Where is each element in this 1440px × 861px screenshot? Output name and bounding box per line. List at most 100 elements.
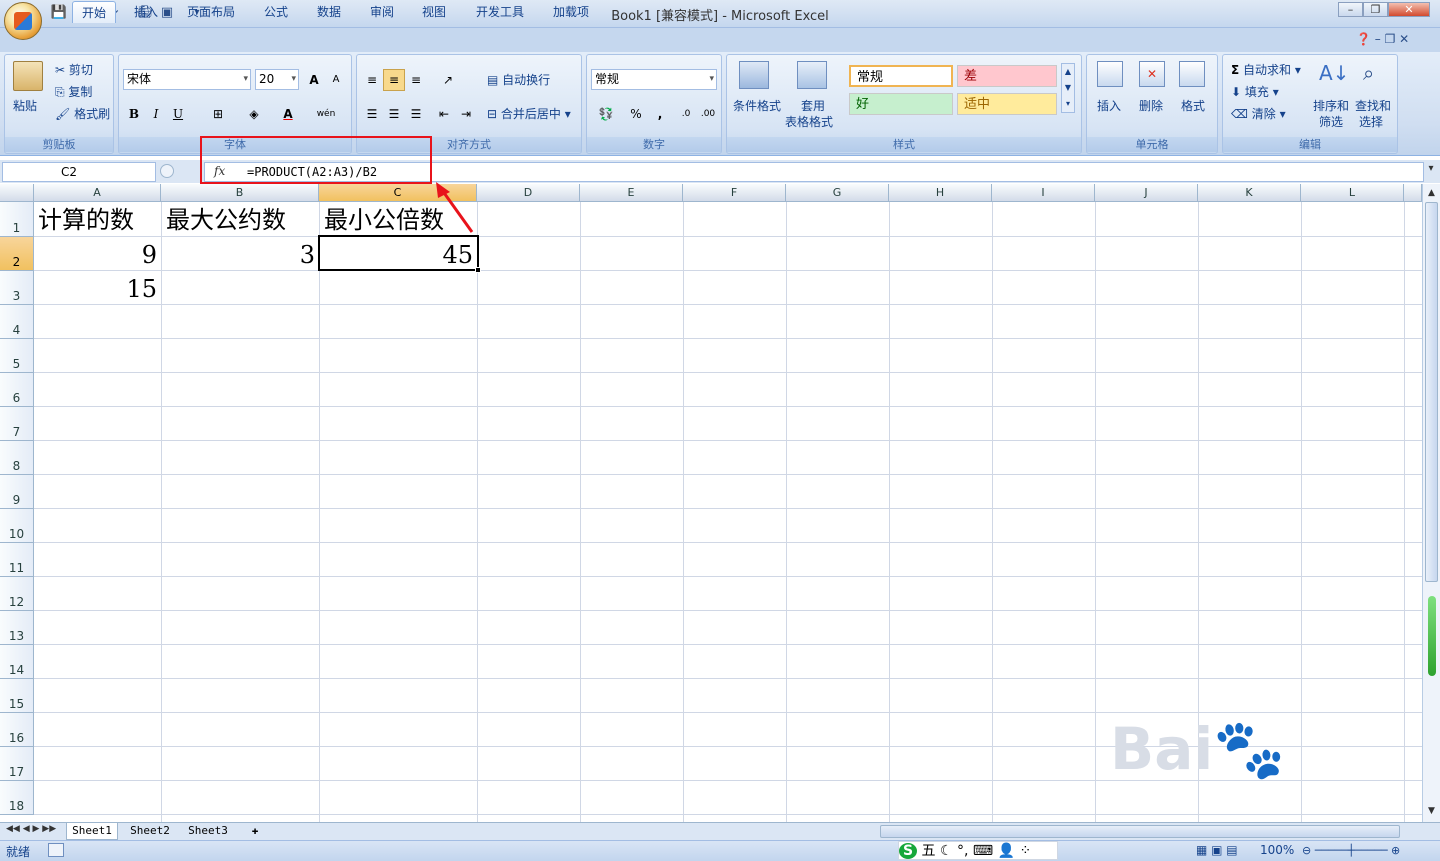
row-header-13[interactable]: 13	[0, 611, 34, 645]
view-buttons-icon[interactable]: ▦ ▣ ▤	[1196, 843, 1238, 857]
tab-review[interactable]: 审阅	[364, 1, 400, 23]
paste-button[interactable]: 粘贴	[13, 97, 37, 114]
row-header-14[interactable]: 14	[0, 645, 34, 679]
tab-home[interactable]: 开始	[72, 1, 116, 23]
table-format-line2[interactable]: 表格格式	[785, 113, 833, 130]
col-header-b[interactable]: B	[161, 184, 319, 202]
increase-indent-icon[interactable]: ⇥	[455, 103, 477, 125]
minimize-button[interactable]: –	[1338, 2, 1363, 17]
sheet-tab-2[interactable]: Sheet2	[124, 823, 176, 840]
fill-button[interactable]: ⬇ 填充 ▾	[1231, 83, 1279, 100]
row-header-3[interactable]: 3	[0, 271, 34, 305]
currency-icon[interactable]: 💱	[591, 103, 621, 125]
row-header-8[interactable]: 8	[0, 441, 34, 475]
scroll-down-icon[interactable]: ▼	[1425, 806, 1438, 818]
row-header-1[interactable]: 1	[0, 202, 34, 237]
tab-data[interactable]: 数据	[310, 1, 348, 23]
row-header-9[interactable]: 9	[0, 475, 34, 509]
styles-scroll-icon[interactable]: ▲ ▼ ▾	[1061, 63, 1075, 113]
name-box[interactable]: C2	[2, 162, 156, 182]
namebox-splitter-icon[interactable]	[160, 164, 174, 178]
expand-formula-icon[interactable]: ▾	[1424, 163, 1438, 181]
insert-cells-button[interactable]: 插入	[1097, 97, 1121, 114]
merge-center-button[interactable]: ⊟ 合并后居中 ▾	[487, 105, 571, 122]
sheet-nav-icon[interactable]: ◀◀ ◀ ▶ ▶▶	[6, 824, 56, 834]
sheet-tab-3[interactable]: Sheet3	[182, 823, 234, 840]
format-cells-icon[interactable]	[1179, 61, 1205, 87]
delete-cells-icon[interactable]: ✕	[1139, 61, 1165, 87]
cell-b2[interactable]: 3	[161, 239, 315, 271]
format-painter-button[interactable]: 🖌 格式刷	[55, 105, 110, 122]
row-header-5[interactable]: 5	[0, 339, 34, 373]
row-header-2[interactable]: 2	[0, 237, 34, 271]
comma-button[interactable]: ,	[649, 103, 671, 125]
col-header-e[interactable]: E	[580, 184, 683, 202]
row-header-15[interactable]: 15	[0, 679, 34, 713]
ime-toolbar[interactable]: S 五 ☾ °, ⌨ 👤 ⁘	[898, 841, 1058, 860]
insert-sheet-icon[interactable]: ✚	[244, 823, 266, 840]
clear-button[interactable]: ⌫ 清除 ▾	[1231, 105, 1286, 122]
conditional-format-button[interactable]: 条件格式	[733, 97, 781, 114]
percent-button[interactable]: %	[625, 103, 647, 125]
col-header-k[interactable]: K	[1198, 184, 1301, 202]
style-normal[interactable]: 常规	[849, 65, 953, 87]
fill-color-icon[interactable]: ◈	[243, 103, 265, 125]
tab-formulas[interactable]: 公式	[258, 1, 294, 23]
col-header-f[interactable]: F	[683, 184, 786, 202]
table-format-line1[interactable]: 套用	[801, 97, 825, 114]
scroll-thumb[interactable]	[1425, 202, 1438, 582]
tab-view[interactable]: 视图	[416, 1, 452, 23]
grow-font-button[interactable]: A	[303, 69, 325, 91]
sheet-tab-1[interactable]: Sheet1	[66, 823, 118, 840]
scroll-up-icon[interactable]: ▲	[1425, 188, 1438, 200]
font-size-select[interactable]: 20	[255, 69, 299, 90]
align-top-icon[interactable]: ≡	[361, 69, 383, 91]
wrap-text-button[interactable]: ▤ 自动换行	[487, 71, 550, 88]
style-neutral[interactable]: 适中	[957, 93, 1057, 115]
col-header-d[interactable]: D	[477, 184, 580, 202]
zoom-level[interactable]: 100%	[1260, 843, 1294, 857]
tab-addins[interactable]: 加载项	[546, 1, 596, 23]
autosum-button[interactable]: Σ 自动求和 ▾	[1231, 61, 1301, 78]
row-header-4[interactable]: 4	[0, 305, 34, 339]
align-right-icon[interactable]: ☰	[405, 103, 427, 125]
tab-developer[interactable]: 开发工具	[468, 1, 532, 23]
find-select-line1[interactable]: 查找和	[1355, 97, 1391, 114]
col-header-g[interactable]: G	[786, 184, 889, 202]
restore-button[interactable]: ❐	[1363, 2, 1388, 17]
row-header-17[interactable]: 17	[0, 747, 34, 781]
vertical-scrollbar[interactable]: ▲ ▼	[1422, 184, 1440, 822]
insert-cells-icon[interactable]	[1097, 61, 1123, 87]
binoculars-icon[interactable]: ⌕	[1363, 61, 1374, 85]
number-format-select[interactable]: 常规	[591, 69, 717, 90]
row-header-10[interactable]: 10	[0, 509, 34, 543]
row-header-12[interactable]: 12	[0, 577, 34, 611]
row-header-7[interactable]: 7	[0, 407, 34, 441]
zoom-slider[interactable]: ⊖ ─────┼───── ⊕	[1302, 844, 1432, 858]
italic-button[interactable]: I	[145, 103, 167, 125]
close-button[interactable]: ✕	[1388, 2, 1430, 17]
office-button[interactable]	[4, 2, 42, 40]
col-header-j[interactable]: J	[1095, 184, 1198, 202]
select-all-corner[interactable]	[0, 184, 34, 202]
delete-cells-button[interactable]: 删除	[1139, 97, 1163, 114]
cut-button[interactable]: ✂ 剪切	[55, 61, 93, 78]
sort-filter-icon[interactable]: A↓	[1319, 61, 1349, 85]
border-icon[interactable]: ⊞	[207, 103, 229, 125]
paste-icon[interactable]	[13, 61, 43, 91]
conditional-format-icon[interactable]	[739, 61, 769, 89]
align-bottom-icon[interactable]: ≡	[405, 69, 427, 91]
shrink-font-button[interactable]: A	[325, 69, 347, 91]
cell-a1[interactable]: 计算的数	[38, 204, 134, 236]
help-icon[interactable]: ❓ – ❐ ✕	[1356, 32, 1409, 46]
col-header-h[interactable]: H	[889, 184, 992, 202]
underline-button[interactable]: U	[167, 103, 189, 125]
bold-button[interactable]: B	[123, 103, 145, 125]
style-good[interactable]: 好	[849, 93, 953, 115]
tab-insert[interactable]: 插入	[128, 1, 164, 23]
sort-filter-line2[interactable]: 筛选	[1319, 113, 1343, 130]
increase-decimal-icon[interactable]: .0	[675, 103, 697, 125]
col-header-l[interactable]: L	[1301, 184, 1404, 202]
font-name-select[interactable]: 宋体	[123, 69, 251, 90]
row-header-11[interactable]: 11	[0, 543, 34, 577]
